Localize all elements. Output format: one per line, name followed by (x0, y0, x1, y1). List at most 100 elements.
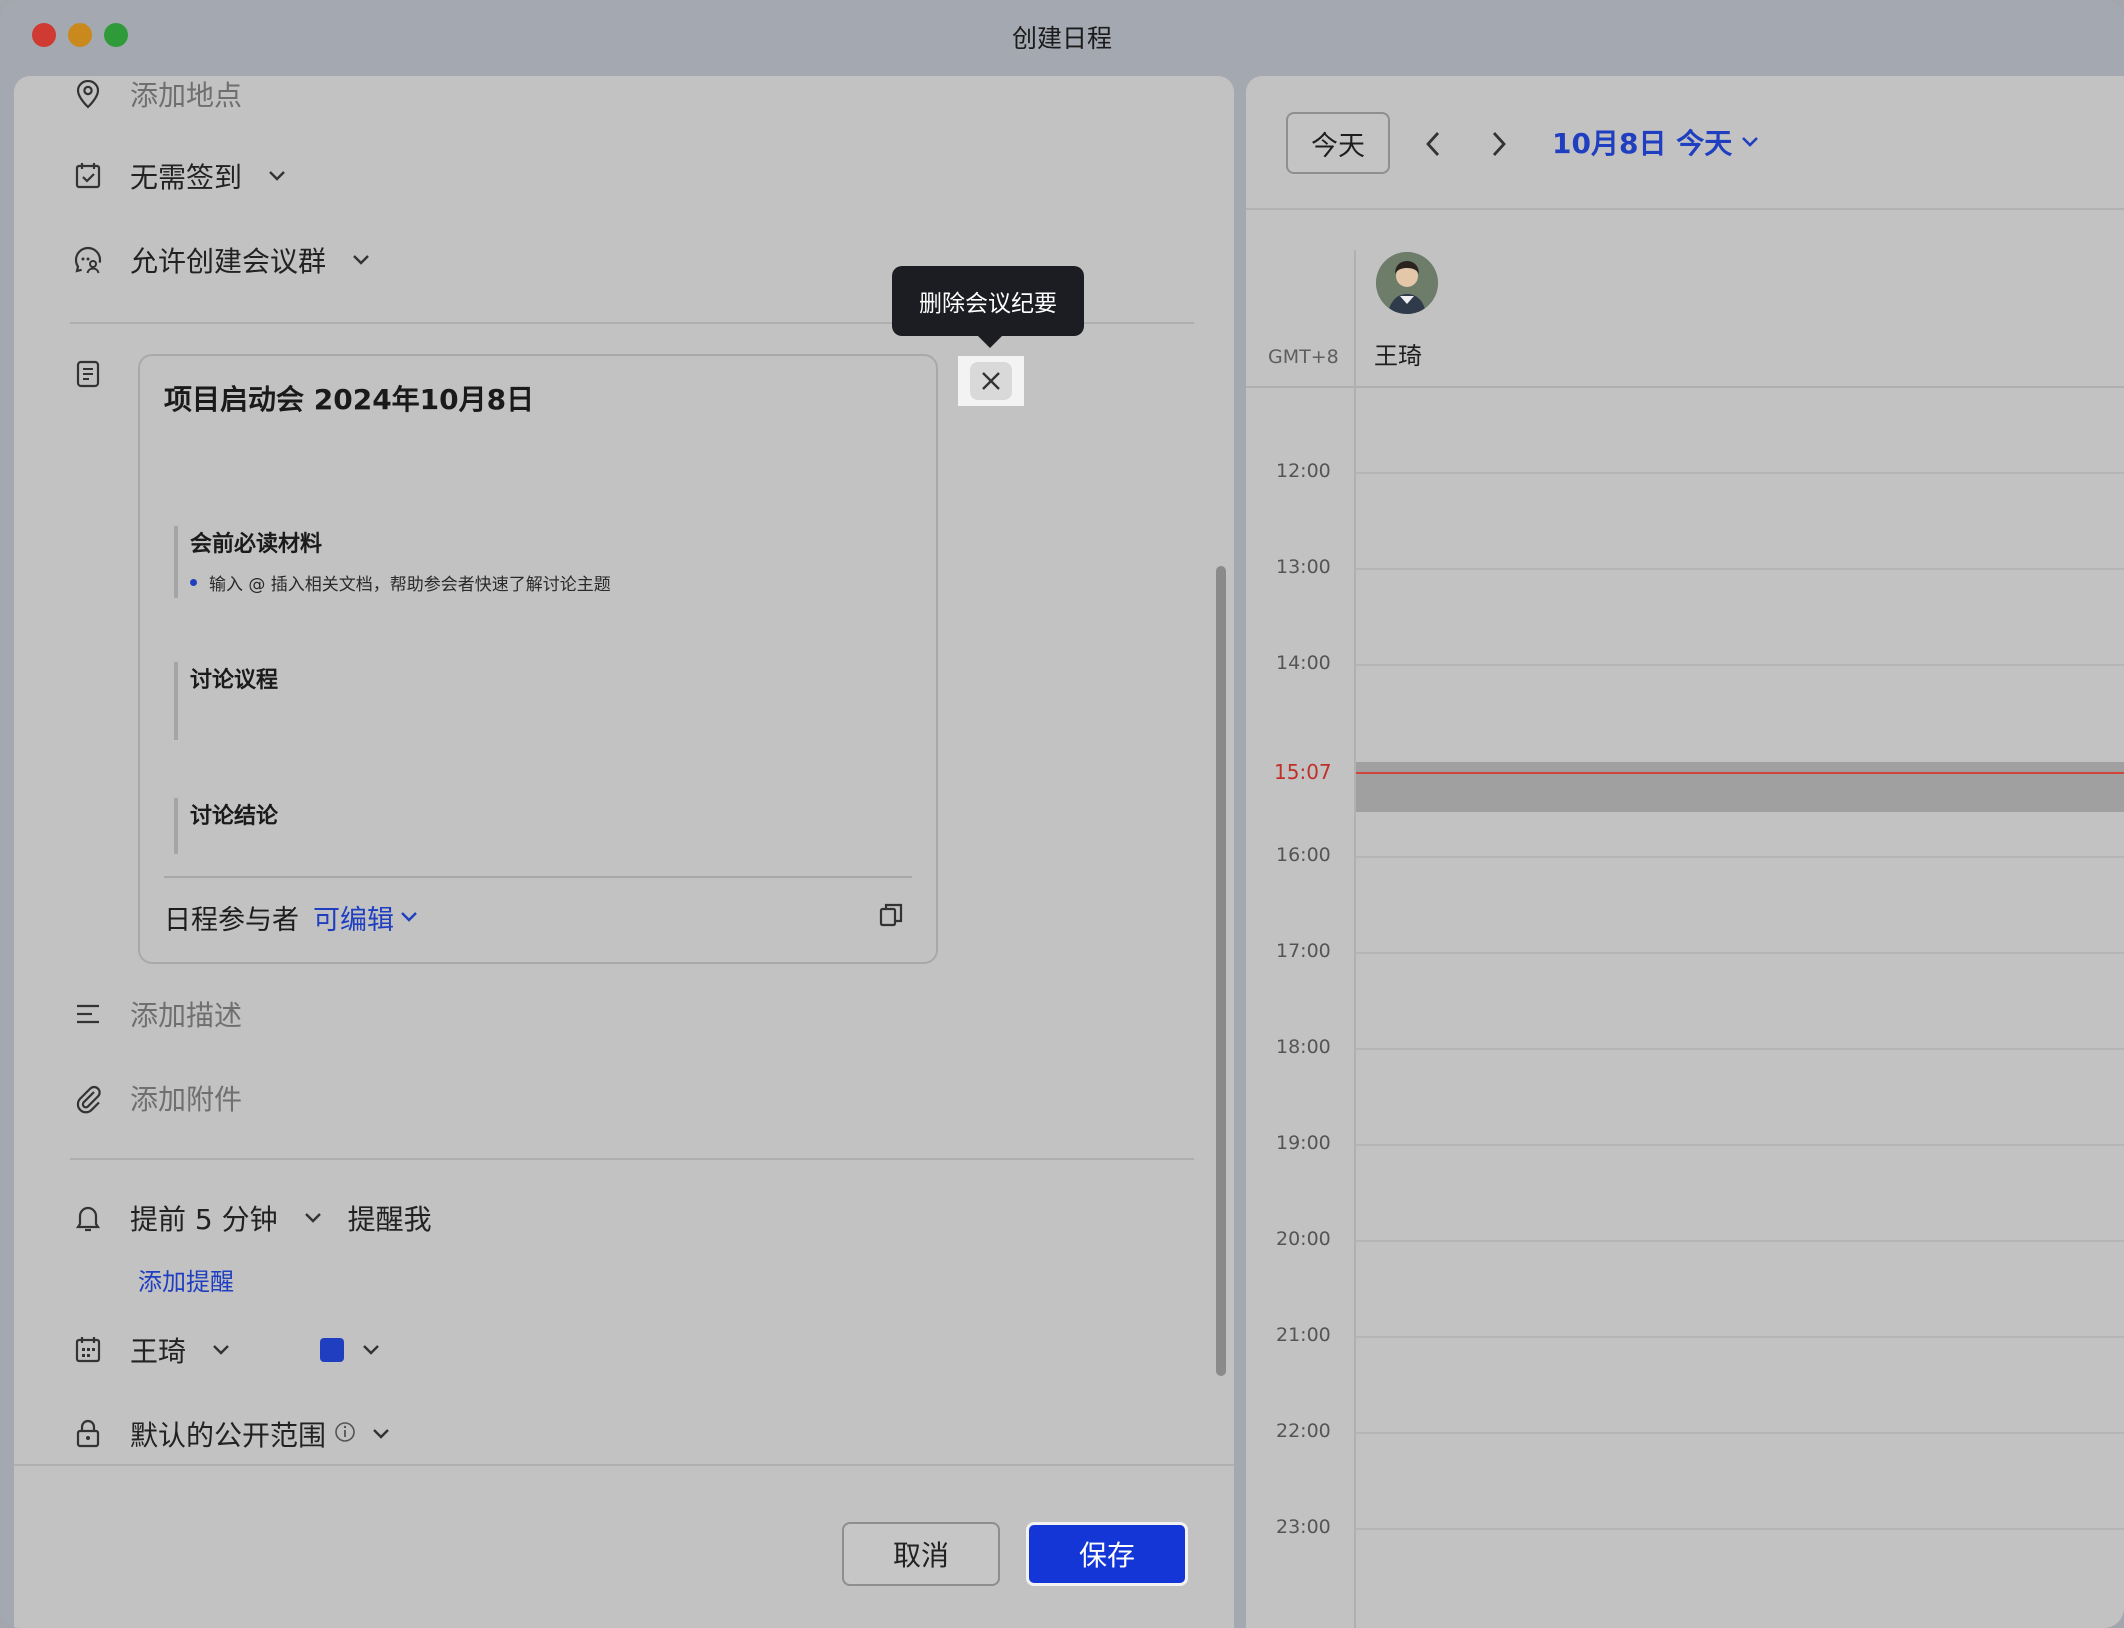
hour-line (1356, 1432, 2124, 1434)
chevron-down-icon (401, 912, 417, 922)
chevron-down-icon[interactable] (300, 1205, 326, 1231)
hour-label: 17:00 (1276, 940, 1331, 962)
minimize-window-button[interactable] (68, 23, 92, 47)
paperclip-icon (68, 1078, 108, 1118)
checkin-calendar-icon (68, 156, 108, 196)
calendar-color-swatch[interactable] (320, 1338, 345, 1362)
hour-line (1356, 952, 2124, 954)
event-form-panel: 添加地点 无需签到 允许创建会议群 项目启动会 2024年10月8日 会前必读材… (14, 76, 1234, 1628)
hour-label: 23:00 (1276, 1516, 1331, 1538)
hour-label: 22:00 (1276, 1420, 1331, 1442)
window-title: 创建日程 (1011, 24, 1112, 53)
hour-line (1356, 1144, 2124, 1146)
today-button[interactable]: 今天 (1286, 112, 1390, 174)
copy-icon[interactable] (876, 900, 908, 932)
section-heading: 讨论结论 (190, 804, 279, 829)
selected-event-slot[interactable] (1356, 762, 2124, 812)
participants-label: 日程参与者 (164, 904, 299, 936)
window-controls (32, 23, 128, 47)
time-column-divider (1354, 250, 1356, 1628)
date-picker[interactable]: 10月8日 今天 (1552, 122, 1760, 162)
section-heading: 讨论议程 (190, 668, 279, 693)
hour-label: 21:00 (1276, 1324, 1331, 1346)
info-icon[interactable] (334, 1421, 356, 1447)
permission-select[interactable]: 可编辑 (313, 898, 418, 937)
cancel-button[interactable]: 取消 (842, 1522, 1000, 1586)
avatar[interactable] (1376, 252, 1438, 314)
hour-line (1356, 856, 2124, 858)
description-lines-icon (68, 994, 108, 1034)
bullet-dot (190, 579, 197, 586)
header-separator (1246, 386, 2124, 388)
notes-footer: 日程参与者 可编辑 (164, 876, 912, 956)
delete-notes-tooltip: 删除会议纪要 (892, 266, 1084, 348)
current-time-line (1356, 772, 2124, 774)
meeting-group-select[interactable]: 允许创建会议群 (130, 240, 326, 280)
notes-section-reading: 会前必读材料 输入 @ 插入相关文档，帮助参会者快速了解讨论主题 (174, 526, 611, 598)
list-item: 输入 @ 插入相关文档，帮助参会者快速了解讨论主题 (190, 570, 611, 595)
title-bar: 创建日程 (0, 0, 2124, 74)
person-name: 王琦 (1374, 342, 1422, 370)
section-heading: 会前必读材料 (190, 532, 323, 557)
visibility-select[interactable]: 默认的公开范围 (130, 1414, 326, 1454)
app-window: 创建日程 添加地点 无需签到 允许创建会议群 项目启动会 2024年10月8日 … (0, 0, 2124, 1628)
meeting-group-row[interactable]: 允许创建会议群 (68, 240, 374, 280)
permission-label: 可编辑 (313, 904, 394, 936)
current-time-label: 15:07 (1274, 760, 1332, 784)
notes-icon-row (68, 354, 108, 394)
calendar-header: 今天 10月8日 今天 (1246, 76, 2124, 210)
chevron-down-icon (1742, 137, 1759, 147)
section-divider (70, 1158, 1194, 1160)
location-row[interactable]: 添加地点 (68, 76, 242, 114)
chevron-down-icon[interactable] (348, 247, 374, 273)
calendar-panel: 今天 10月8日 今天 王琦 GMT+8 12:00 13:00 14:00 1… (1246, 76, 2124, 1628)
visibility-row[interactable]: 默认的公开范围 (68, 1414, 394, 1454)
chevron-down-icon[interactable] (358, 1337, 384, 1363)
attachment-row[interactable]: 添加附件 (68, 1078, 242, 1118)
description-row[interactable]: 添加描述 (68, 994, 242, 1034)
timezone-label: GMT+8 (1268, 346, 1339, 368)
attachment-input[interactable]: 添加附件 (130, 1078, 242, 1118)
notes-title: 项目启动会 2024年10月8日 (164, 383, 535, 416)
hour-label: 12:00 (1276, 460, 1331, 482)
hour-label: 18:00 (1276, 1036, 1331, 1058)
chevron-down-icon[interactable] (368, 1421, 394, 1447)
group-chat-icon (68, 240, 108, 280)
form-scrollbar[interactable] (1216, 566, 1226, 1376)
chevron-left-icon[interactable] (1416, 124, 1450, 164)
notes-section-agenda: 讨论议程 (174, 662, 278, 740)
reminder-target: 提醒我 (347, 1203, 432, 1236)
checkin-row[interactable]: 无需签到 (68, 156, 290, 196)
hour-label: 20:00 (1276, 1228, 1331, 1250)
description-input[interactable]: 添加描述 (130, 994, 242, 1034)
hour-label: 19:00 (1276, 1132, 1331, 1154)
hour-line (1356, 1528, 2124, 1530)
meeting-notes-card[interactable]: 项目启动会 2024年10月8日 会前必读材料 输入 @ 插入相关文档，帮助参会… (138, 354, 938, 964)
hour-line (1356, 1336, 2124, 1338)
save-button[interactable]: 保存 (1026, 1522, 1188, 1586)
hour-line (1356, 664, 2124, 666)
calendar-owner-row: 王琦 (68, 1330, 384, 1370)
chevron-right-icon[interactable] (1482, 124, 1516, 164)
hour-line (1356, 1048, 2124, 1050)
location-pin-icon (68, 76, 108, 114)
hour-line (1356, 568, 2124, 570)
add-reminder-link[interactable]: 添加提醒 (138, 1262, 234, 1297)
reminder-row: 提前 5 分钟 提醒我 (68, 1198, 432, 1238)
close-window-button[interactable] (32, 23, 56, 47)
location-input[interactable]: 添加地点 (130, 76, 242, 114)
close-icon (970, 362, 1012, 400)
reminder-time-select[interactable]: 提前 5 分钟 (130, 1198, 278, 1238)
form-footer: 取消 保存 (14, 1464, 1234, 1628)
hour-label: 13:00 (1276, 556, 1331, 578)
chevron-down-icon[interactable] (208, 1337, 234, 1363)
hour-label: 14:00 (1276, 652, 1331, 674)
maximize-window-button[interactable] (104, 23, 128, 47)
notes-section-conclusion: 讨论结论 (174, 798, 278, 854)
delete-notes-button[interactable] (958, 356, 1024, 406)
chevron-down-icon[interactable] (264, 163, 290, 189)
checkin-select[interactable]: 无需签到 (130, 156, 242, 196)
date-label: 10月8日 今天 (1552, 127, 1733, 160)
hour-line (1356, 1240, 2124, 1242)
calendar-owner-select[interactable]: 王琦 (130, 1330, 186, 1370)
